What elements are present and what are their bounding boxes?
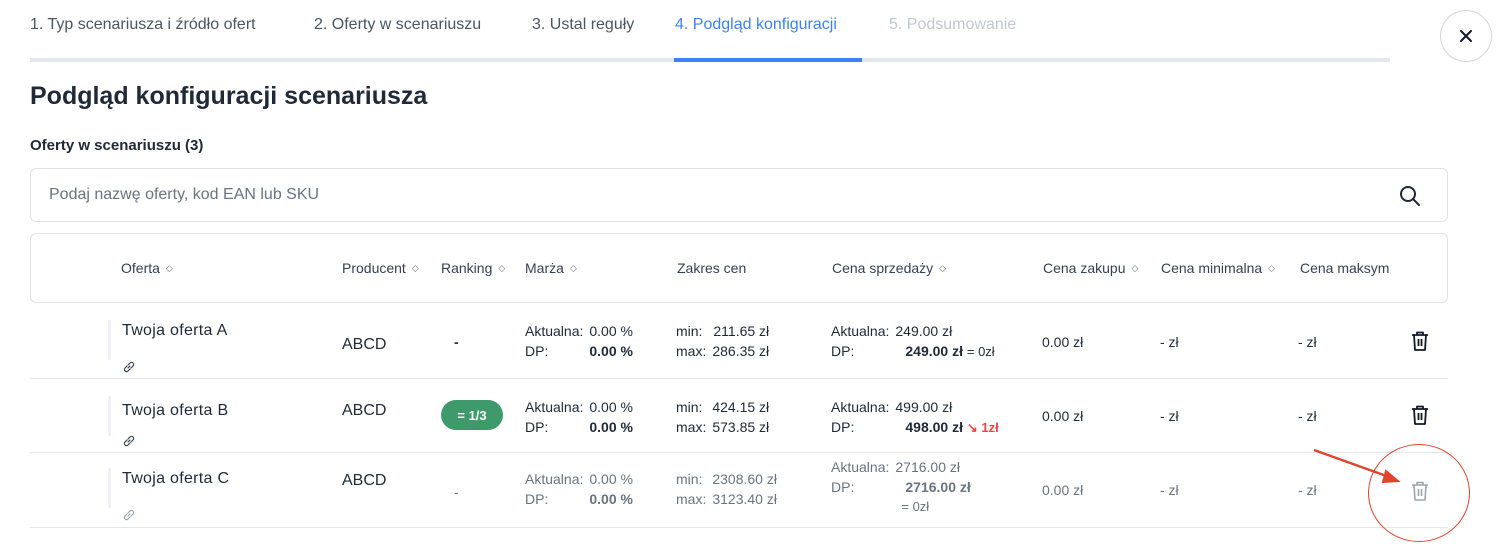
- link-icon[interactable]: [122, 508, 136, 522]
- search-box: [30, 168, 1448, 222]
- price-range: min: 211.65 zł max: 286.35 zł: [676, 323, 770, 359]
- column-price-range: Zakres cen: [677, 260, 747, 276]
- min-price: - zł: [1160, 334, 1179, 350]
- producer: ABCD: [342, 336, 387, 353]
- row-accent-bar: [108, 320, 111, 360]
- close-button[interactable]: [1440, 10, 1492, 62]
- price-range: min: 424.15 zł max: 573.85 zł: [676, 399, 770, 435]
- column-offer[interactable]: Oferta ◇: [121, 260, 173, 276]
- column-sale-price[interactable]: Cena sprzedaży ◇: [832, 260, 946, 276]
- stepper: 1. Typ scenariusza i źródło ofert 2. Ofe…: [30, 0, 1390, 62]
- producer: ABCD: [342, 402, 387, 419]
- trash-icon[interactable]: [1410, 330, 1430, 352]
- purchase-price: 0.00 zł: [1042, 408, 1084, 424]
- offer-name[interactable]: Twoja oferta A: [122, 322, 228, 340]
- min-price: - zł: [1160, 482, 1179, 498]
- ranking: -: [454, 484, 459, 500]
- min-price: - zł: [1160, 408, 1179, 424]
- sort-icon[interactable]: ◇: [166, 263, 173, 274]
- step-4[interactable]: 4. Podgląd konfiguracji: [675, 16, 837, 34]
- search-icon[interactable]: [1399, 185, 1421, 207]
- sale-price: Aktualna: 499.00 zł DP: 498.00 zł ↘ 1zł: [831, 399, 999, 435]
- purchase-price: 0.00 zł: [1042, 334, 1084, 350]
- column-purchase-price[interactable]: Cena zakupu ◇: [1043, 260, 1138, 276]
- sale-price: Aktualna: 249.00 zł DP: 249.00 zł = 0zł: [831, 323, 995, 359]
- offer-name[interactable]: Twoja oferta C: [122, 470, 229, 488]
- sort-icon[interactable]: ◇: [570, 263, 577, 274]
- section-title: Oferty w scenariuszu (3): [30, 137, 204, 154]
- table-row: Twoja oferta C ABCD - Aktualna: 0.00 % DP…: [30, 454, 1448, 528]
- row-accent-bar: [108, 396, 111, 436]
- column-min-price[interactable]: Cena minimalna ◇: [1161, 260, 1275, 276]
- link-icon[interactable]: [122, 434, 136, 448]
- margin: Aktualna: 0.00 % DP: 0.00 %: [525, 399, 633, 435]
- sort-icon[interactable]: ◇: [498, 263, 505, 274]
- max-price: - zł: [1298, 408, 1317, 424]
- margin: Aktualna: 0.00 % DP: 0.00 %: [525, 471, 633, 507]
- close-icon: [1460, 30, 1472, 42]
- column-producer[interactable]: Producent ◇: [342, 260, 419, 276]
- search-input[interactable]: [31, 169, 1331, 221]
- row-accent-bar: [108, 468, 111, 508]
- producer: ABCD: [342, 472, 387, 489]
- sort-icon[interactable]: ◇: [939, 263, 946, 274]
- purchase-price: 0.00 zł: [1042, 482, 1084, 498]
- column-margin[interactable]: Marża ◇: [525, 260, 577, 276]
- sort-icon[interactable]: ◇: [1132, 263, 1139, 274]
- sale-price: Aktualna: 2716.00 zł DP: 2716.00 zł = 0zł: [831, 459, 971, 514]
- table-header: Oferta ◇ Producent ◇ Ranking ◇ Marża ◇ Zakre…: [30, 233, 1448, 303]
- ranking-badge: = 1/3: [441, 400, 503, 430]
- step-3[interactable]: 3. Ustal reguły: [532, 16, 634, 34]
- step-5: 5. Podsumowanie: [889, 16, 1017, 33]
- step-2[interactable]: 2. Oferty w scenariuszu: [314, 16, 481, 34]
- price-range: min: 2308.60 zł max: 3123.40 zł: [676, 471, 777, 507]
- annotation-circle: [1368, 444, 1470, 542]
- sort-icon[interactable]: ◇: [412, 263, 419, 274]
- max-price: - zł: [1298, 482, 1317, 498]
- offer-name[interactable]: Twoja oferta B: [122, 402, 228, 420]
- column-ranking[interactable]: Ranking ◇: [441, 260, 505, 276]
- page-title: Podgląd konfiguracji scenariusza: [30, 82, 428, 110]
- max-price: - zł: [1298, 334, 1317, 350]
- margin: Aktualna: 0.00 % DP: 0.00 %: [525, 323, 633, 359]
- column-max-price[interactable]: Cena maksym: [1300, 260, 1395, 276]
- active-step-indicator: [674, 58, 862, 62]
- table-row: Twoja oferta B ABCD = 1/3 Aktualna: 0.00 …: [30, 380, 1448, 453]
- step-1[interactable]: 1. Typ scenariusza i źródło ofert: [30, 16, 256, 34]
- ranking: -: [454, 334, 459, 350]
- link-icon[interactable]: [122, 360, 136, 374]
- trash-icon[interactable]: [1410, 404, 1430, 426]
- table-row: Twoja oferta A ABCD - Aktualna: 0.00 % DP…: [30, 304, 1448, 379]
- price-decrease-indicator: ↘ 1zł: [966, 420, 999, 435]
- sort-icon[interactable]: ◇: [1268, 263, 1275, 274]
